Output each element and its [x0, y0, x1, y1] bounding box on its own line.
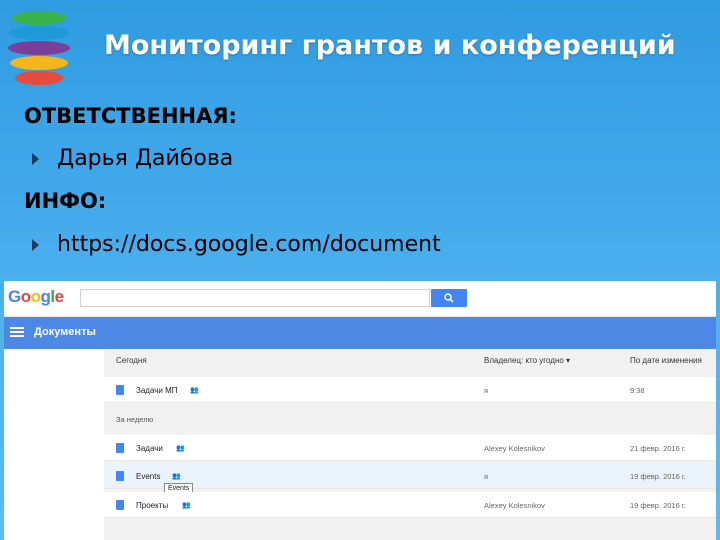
- docs-list: Сегодня Владелец: кто угодно ▾ По дате и…: [104, 349, 716, 540]
- shared-icon: 👥: [190, 387, 199, 394]
- docs-toolbar: Документы: [4, 317, 716, 349]
- responsible-bullet: Дарья Дайбова: [32, 146, 233, 171]
- list-item[interactable]: Проекты 👥 Alexey Kolesnikov 19 февр. 201…: [104, 492, 716, 518]
- document-owner: я: [484, 472, 489, 481]
- document-name: Events: [136, 472, 161, 481]
- shared-icon: 👥: [182, 502, 191, 509]
- document-icon: [116, 385, 124, 395]
- info-link[interactable]: https://docs.google.com/document: [57, 232, 441, 257]
- list-item[interactable]: Задачи МП 👥 я 9:38: [104, 377, 716, 403]
- document-name: Проекты: [136, 501, 169, 510]
- document-owner: Alexey Kolesnikov: [484, 501, 545, 510]
- docs-title: Документы: [34, 326, 96, 338]
- search-input[interactable]: [80, 289, 430, 307]
- column-modified[interactable]: По дате изменения: [630, 356, 702, 365]
- logo-icon: [8, 11, 70, 85]
- column-owner[interactable]: Владелец: кто угодно ▾: [484, 356, 570, 365]
- bullet-arrow-icon: [32, 238, 39, 251]
- google-header: Google: [4, 281, 716, 317]
- responsible-label: ОТВЕТСТВЕННАЯ:: [24, 104, 237, 128]
- google-logo[interactable]: Google: [8, 287, 64, 307]
- shared-icon: 👥: [176, 445, 185, 452]
- shared-icon: 👥: [172, 473, 181, 480]
- menu-icon[interactable]: [10, 327, 24, 338]
- search-icon: [444, 293, 454, 303]
- document-icon: [116, 471, 124, 481]
- info-label: ИНФО:: [24, 189, 107, 213]
- docs-screenshot: Google Документы Сегодня Владелец: кто у…: [4, 281, 716, 540]
- document-icon: [116, 500, 124, 510]
- list-item[interactable]: Задачи 👥 Alexey Kolesnikov 21 февр. 2016…: [104, 435, 716, 461]
- responsible-name: Дарья Дайбова: [57, 146, 234, 171]
- document-icon: [116, 443, 124, 453]
- slide-title: Мониторинг грантов и конференций: [104, 30, 676, 61]
- group-header: За неделю: [104, 406, 716, 432]
- group-label: За неделю: [116, 415, 154, 424]
- list-header: Сегодня Владелец: кто угодно ▾ По дате и…: [104, 349, 716, 377]
- list-item[interactable]: Events 👥 Events я 19 февр. 2016 г.: [104, 463, 716, 495]
- column-name[interactable]: Сегодня: [116, 356, 147, 365]
- document-owner: Alexey Kolesnikov: [484, 444, 545, 453]
- document-owner: я: [484, 386, 489, 395]
- bullet-arrow-icon: [32, 152, 39, 165]
- info-bullet: https://docs.google.com/document: [32, 232, 441, 257]
- document-modified: 19 февр. 2016 г.: [630, 472, 686, 481]
- document-modified: 19 февр. 2016 г.: [630, 501, 686, 510]
- document-modified: 21 февр. 2016 г.: [630, 444, 686, 453]
- search-button[interactable]: [431, 289, 467, 307]
- document-name: Задачи: [136, 444, 163, 453]
- document-modified: 9:38: [630, 386, 645, 395]
- document-name: Задачи МП: [136, 386, 178, 395]
